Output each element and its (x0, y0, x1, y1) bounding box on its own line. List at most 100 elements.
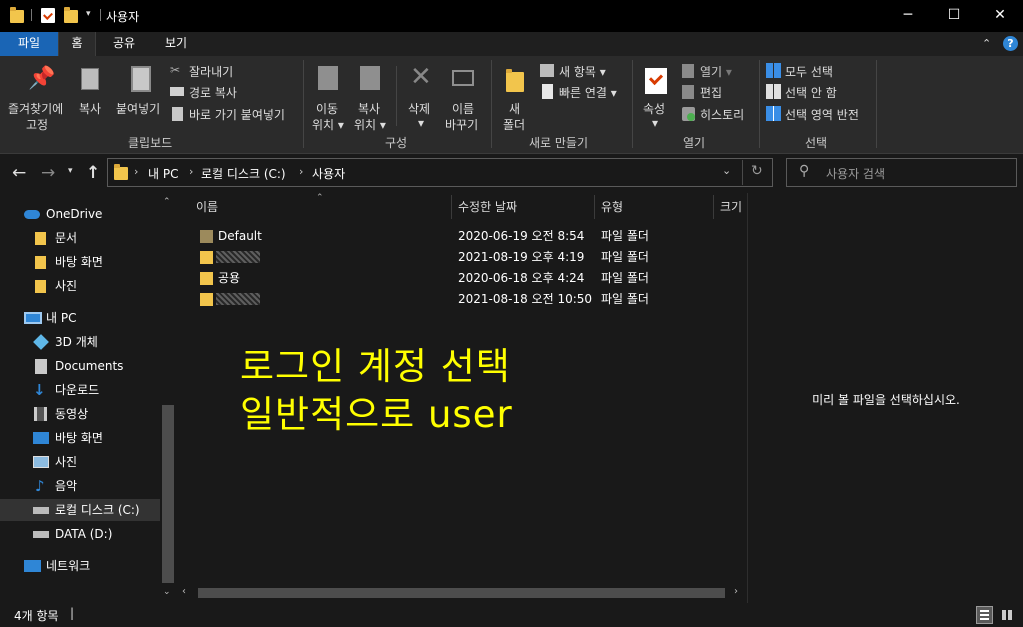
move-label-1: 이동 (316, 102, 339, 116)
scroll-right-icon[interactable]: › (734, 586, 738, 597)
new-folder-icon[interactable] (64, 7, 78, 23)
edit-button[interactable]: 편집 (681, 82, 753, 102)
sidebar-item-data-drive[interactable]: DATA (D:) (0, 523, 160, 545)
breadcrumb-this-pc[interactable]: 내 PC (148, 165, 178, 182)
new-group-label: 새로 만들기 (529, 136, 589, 150)
divider[interactable] (451, 195, 452, 219)
sidebar-item-music[interactable]: ♪ 음악 (0, 475, 160, 497)
pin-to-quick-access-button[interactable]: 📌 즐겨찾기에 고정 (4, 60, 72, 132)
new-folder-label-2: 폴더 (503, 118, 526, 132)
sidebar-label: 3D 개체 (55, 335, 98, 349)
tab-file[interactable]: 파일 (0, 32, 58, 56)
scrollbar-thumb[interactable] (198, 588, 725, 598)
paste-label: 붙여넣기 (116, 102, 161, 116)
scroll-down-icon[interactable]: ⌄ (163, 587, 171, 597)
pin-label-2: 고정 (26, 118, 49, 132)
up-arrow-icon[interactable]: ↑ (86, 163, 100, 183)
move-label-2: 위치 (312, 118, 335, 132)
column-header-size[interactable]: 크기 (720, 193, 747, 221)
breadcrumb-users[interactable]: 사용자 (312, 165, 345, 182)
scroll-left-icon[interactable]: ‹ (182, 586, 186, 597)
back-arrow-icon[interactable]: ← (12, 163, 26, 183)
open-button[interactable]: 열기 ▾ (681, 61, 753, 81)
sidebar-item-desktop-od[interactable]: 바탕 화면 (0, 251, 160, 273)
easy-access-icon (542, 84, 553, 99)
details-view-icon[interactable] (976, 606, 993, 624)
table-row[interactable]: 2021-08-19 오후 4:19 파일 폴더 (198, 247, 738, 268)
sidebar-item-downloads[interactable]: ↓ 다운로드 (0, 379, 160, 401)
new-item-button[interactable]: 새 항목 ▾ (540, 61, 632, 81)
properties-button[interactable]: 속성 ▾ (637, 60, 675, 132)
table-row[interactable]: 2021-08-18 오전 10:50 파일 폴더 (198, 289, 738, 310)
properties-icon[interactable] (41, 8, 55, 23)
cut-button[interactable]: ✂ 잘라내기 (170, 61, 300, 81)
select-none-button[interactable]: 선택 안 함 (766, 82, 874, 102)
table-row[interactable]: 공용 2020-06-18 오후 4:24 파일 폴더 (198, 268, 738, 289)
refresh-icon[interactable]: ↻ (751, 163, 763, 179)
sidebar-scrollbar[interactable]: ⌃ ⌄ (160, 193, 176, 603)
scroll-up-icon[interactable]: ⌃ (163, 197, 171, 207)
sidebar-item-pictures-od[interactable]: 사진 (0, 275, 160, 297)
large-icons-view-icon[interactable] (999, 606, 1016, 624)
tab-home[interactable]: 홈 (58, 32, 96, 56)
scrollbar-thumb[interactable] (162, 405, 174, 583)
history-label: 히스토리 (700, 108, 745, 122)
divider (876, 60, 877, 148)
tab-share[interactable]: 공유 (100, 32, 148, 56)
column-header-name[interactable]: 이름 (196, 193, 451, 221)
chevron-down-icon[interactable]: ⌄ (722, 164, 731, 177)
paste-button[interactable]: 붙여넣기 (113, 60, 167, 132)
sidebar-item-local-disk[interactable]: 로컬 디스크 (C:) (0, 499, 160, 521)
divider[interactable] (594, 195, 595, 219)
sidebar-item-pictures[interactable]: 사진 (0, 451, 160, 473)
annotation-line-2: 일반적으로 user (240, 393, 513, 436)
sidebar-label: 로컬 디스크 (C:) (55, 503, 140, 517)
copy-button[interactable]: 복사 (75, 60, 111, 132)
column-header-date[interactable]: 수정한 날짜 (458, 193, 596, 221)
sidebar-label: 바탕 화면 (55, 255, 103, 269)
tab-view[interactable]: 보기 (152, 32, 200, 56)
divider (491, 60, 492, 148)
easy-access-button[interactable]: 빠른 연결 ▾ (540, 82, 632, 102)
forward-arrow-icon[interactable]: → (41, 163, 55, 183)
sidebar-item-videos[interactable]: 동영상 (0, 403, 160, 425)
window-title: 사용자 (106, 10, 140, 24)
sidebar-item-this-pc[interactable]: 내 PC (0, 307, 160, 329)
search-input[interactable]: 사용자 검색 (826, 165, 885, 182)
column-header-type[interactable]: 유형 (601, 193, 711, 221)
divider[interactable] (713, 195, 714, 219)
copy-to-button[interactable]: 복사 위치 ▾ (350, 60, 390, 132)
sidebar-item-onedrive[interactable]: OneDrive (0, 203, 160, 225)
sidebar-item-desktop[interactable]: 바탕 화면 (0, 427, 160, 449)
maximize-icon[interactable]: ☐ (931, 0, 977, 32)
close-icon[interactable]: ✕ (977, 0, 1023, 32)
copy-path-button[interactable]: 경로 복사 (170, 82, 300, 102)
sidebar-item-3d-objects[interactable]: 3D 개체 (0, 331, 160, 353)
select-all-label: 모두 선택 (785, 65, 833, 79)
breadcrumb-local-disk[interactable]: 로컬 디스크 (C:) (201, 165, 286, 182)
paste-shortcut-button[interactable]: 바로 가기 붙여넣기 (170, 104, 300, 124)
sidebar-item-documents-od[interactable]: 문서 (0, 227, 160, 249)
sidebar-item-documents[interactable]: Documents (0, 355, 160, 377)
invert-selection-icon (766, 106, 781, 121)
sidebar-item-network[interactable]: 네트워크 (0, 555, 160, 577)
move-to-button[interactable]: 이동 위치 ▾ (308, 60, 348, 132)
delete-button[interactable]: ✕ 삭제 ▾ (402, 60, 442, 132)
table-row[interactable]: Default 2020-06-19 오전 8:54 파일 폴더 (198, 226, 738, 247)
history-button[interactable]: 히스토리 (681, 104, 753, 124)
recent-locations-icon[interactable]: ▾ (68, 166, 73, 176)
invert-selection-button[interactable]: 선택 영역 반전 (766, 104, 874, 124)
new-folder-button[interactable]: 새 폴더 (496, 60, 534, 132)
folder-icon (35, 256, 46, 269)
help-icon[interactable]: ? (1003, 36, 1018, 51)
rename-button[interactable]: 이름 바꾸기 (444, 60, 484, 132)
address-bar[interactable]: › 내 PC › 로컬 디스크 (C:) › 사용자 ⌄ ↻ (107, 158, 773, 187)
copy-label: 복사 (79, 102, 102, 116)
select-all-button[interactable]: 모두 선택 (766, 61, 874, 81)
customize-quick-access-icon[interactable]: ▾ (86, 9, 91, 19)
minimize-icon[interactable]: ─ (885, 0, 931, 32)
search-box[interactable]: ⚲ 사용자 검색 (786, 158, 1017, 187)
horizontal-scrollbar[interactable]: ‹ › (178, 585, 747, 602)
collapse-ribbon-icon[interactable]: ⌃ (982, 37, 991, 50)
pin-label-1: 즐겨찾기에 (8, 102, 64, 116)
